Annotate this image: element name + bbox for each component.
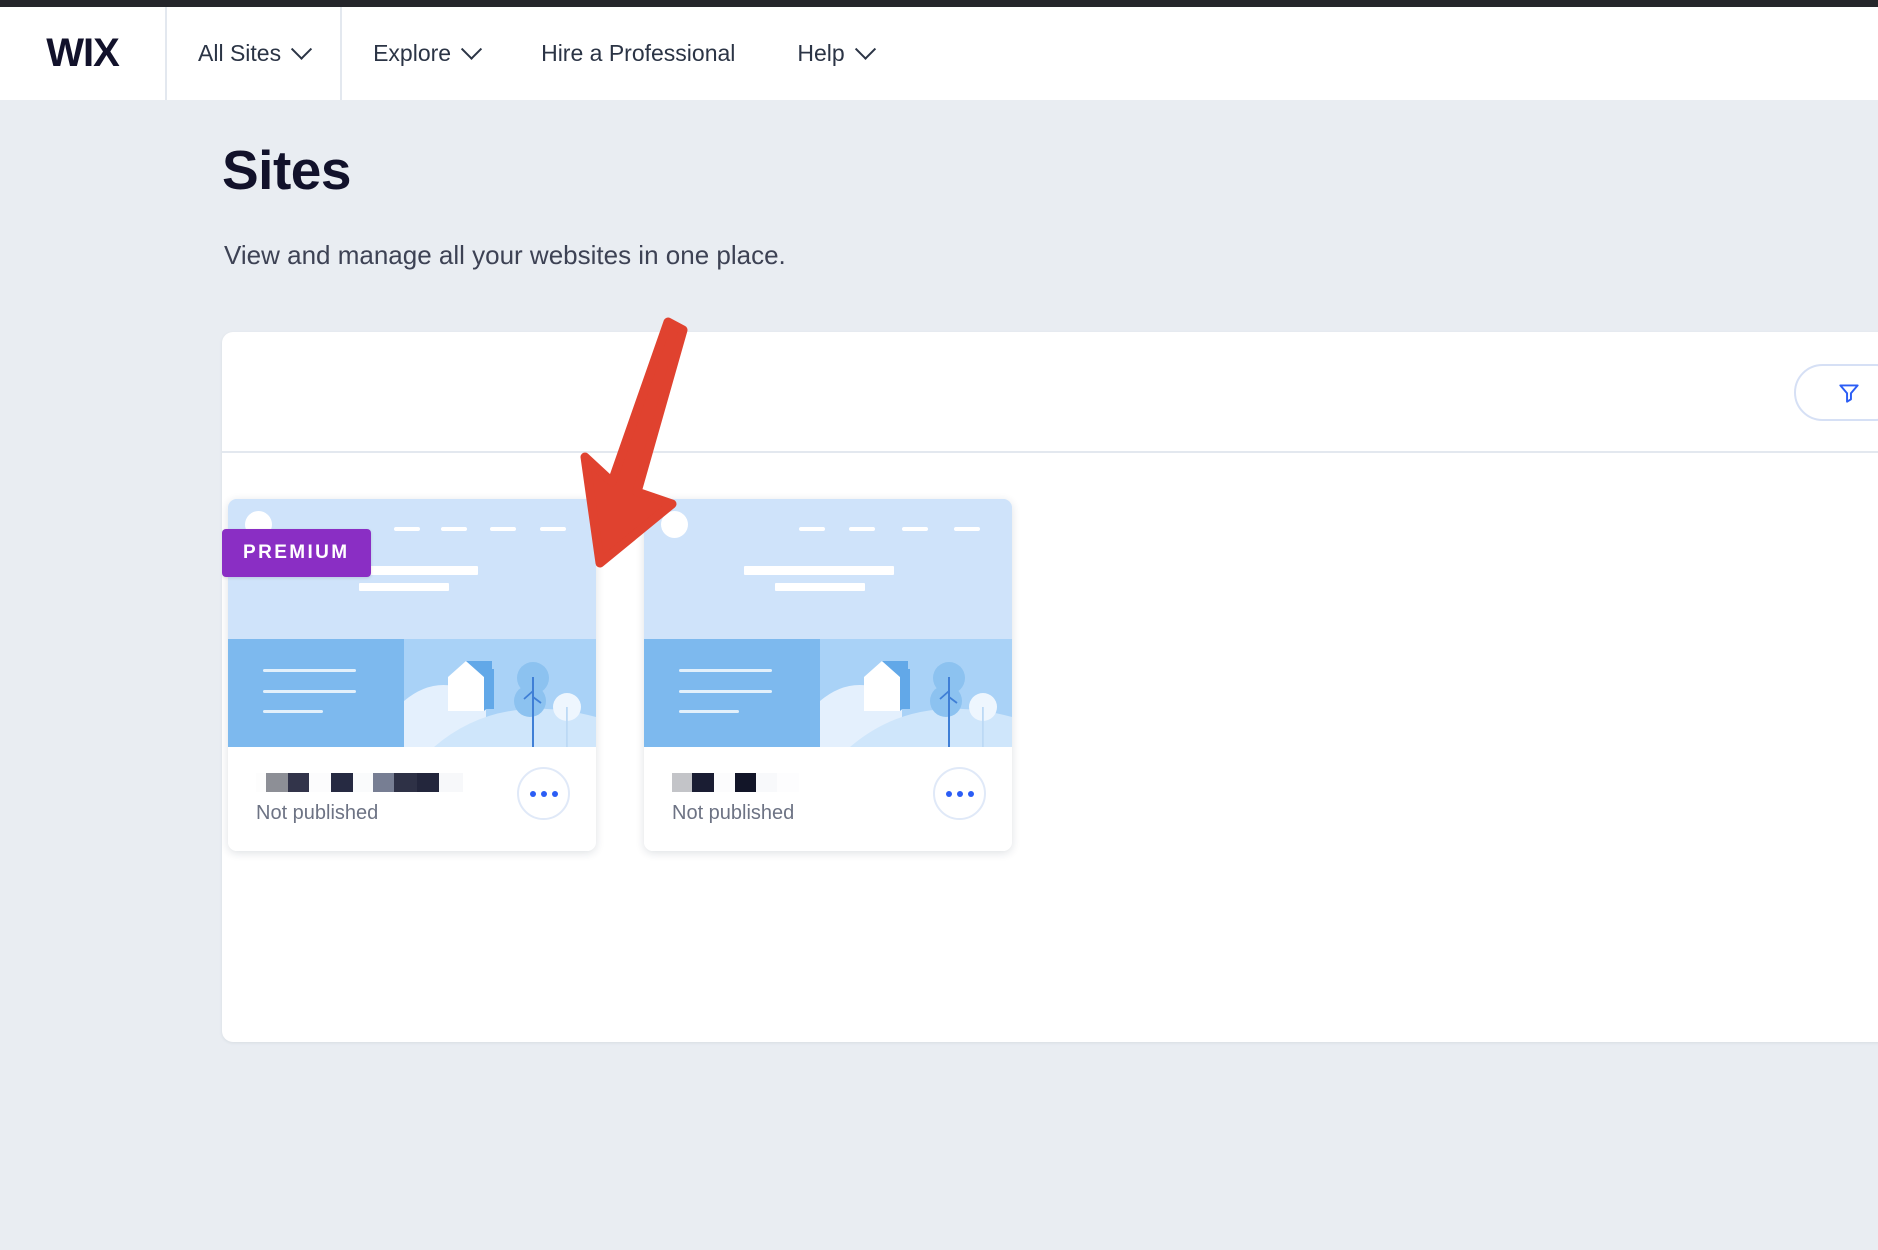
nav-item-help-label: Help <box>797 40 845 66</box>
site-thumbnail[interactable] <box>644 499 1012 747</box>
site-header: WIX All Sites Explore Hire a Professiona… <box>0 7 1878 100</box>
thumbnail-nav-dash <box>849 527 875 531</box>
thumbnail-nav-dash <box>441 527 467 531</box>
site-card[interactable]: PREMIUM Not published <box>222 499 596 851</box>
filter-funnel-icon <box>1839 383 1859 403</box>
site-card-info: Not published <box>228 747 596 851</box>
wix-logo[interactable]: WIX <box>0 7 167 100</box>
nav-item-hire-a-professional[interactable]: Hire a Professional <box>510 7 766 100</box>
more-options-button[interactable] <box>933 767 986 820</box>
more-options-icon <box>551 790 558 797</box>
sites-grid: PREMIUM Not published Not published <box>222 453 1878 851</box>
thumbnail-subheadline-bar <box>775 583 865 591</box>
chevron-down-icon <box>460 38 483 60</box>
nav-item-explore-label: Explore <box>373 40 452 66</box>
more-options-icon <box>967 790 974 797</box>
thumbnail-nav-dash <box>902 527 928 531</box>
chevron-down-icon <box>854 38 876 60</box>
thumbnail-body <box>228 639 596 747</box>
page-title: Sites <box>222 139 351 201</box>
main-nav: All Sites Explore Hire a Professional He… <box>167 7 904 100</box>
chevron-down-icon <box>290 38 313 60</box>
thumbnail-text-block <box>228 639 404 747</box>
thumbnail-nav-dash <box>394 527 420 531</box>
thumbnail-illustration <box>404 639 596 747</box>
filter-button[interactable] <box>1794 364 1878 421</box>
thumbnail-nav-dash <box>799 527 825 531</box>
thumbnail-nav-dash <box>490 527 516 531</box>
more-options-button[interactable] <box>517 767 570 820</box>
site-card[interactable]: Not published <box>644 499 1012 851</box>
more-options-icon <box>956 790 963 797</box>
nav-item-all-sites[interactable]: All Sites <box>167 7 343 100</box>
site-card-info: Not published <box>644 747 1012 851</box>
more-options-icon <box>945 790 952 797</box>
landscape-illustration-icon <box>820 639 1012 747</box>
nav-item-explore[interactable]: Explore <box>342 7 510 100</box>
thumbnail-nav-dash <box>540 527 566 531</box>
thumbnail-logo-circle <box>661 511 688 538</box>
thumbnail-body <box>644 639 1012 747</box>
thumbnail-hero <box>644 499 1012 639</box>
more-options-icon <box>540 790 547 797</box>
sites-panel: PREMIUM Not published Not published <box>222 332 1878 1042</box>
sites-toolbar <box>222 332 1878 453</box>
more-options-icon <box>529 790 536 797</box>
thumbnail-nav-dash <box>954 527 980 531</box>
thumbnail-headline-bar <box>744 566 894 575</box>
landscape-illustration-icon <box>404 639 596 747</box>
thumbnail-text-block <box>644 639 820 747</box>
wix-logo-text: WIX <box>46 31 120 75</box>
window-top-strip <box>0 0 1878 7</box>
thumbnail-subheadline-bar <box>359 583 449 591</box>
page-body: Sites View and manage all your websites … <box>0 100 1878 1250</box>
nav-item-help[interactable]: Help <box>766 7 903 100</box>
nav-item-all-sites-label: All Sites <box>198 40 282 66</box>
nav-item-hire-a-professional-label: Hire a Professional <box>541 40 736 66</box>
status-badge: PREMIUM <box>222 529 371 577</box>
thumbnail-illustration <box>820 639 1012 747</box>
page-subtitle: View and manage all your websites in one… <box>224 240 786 270</box>
